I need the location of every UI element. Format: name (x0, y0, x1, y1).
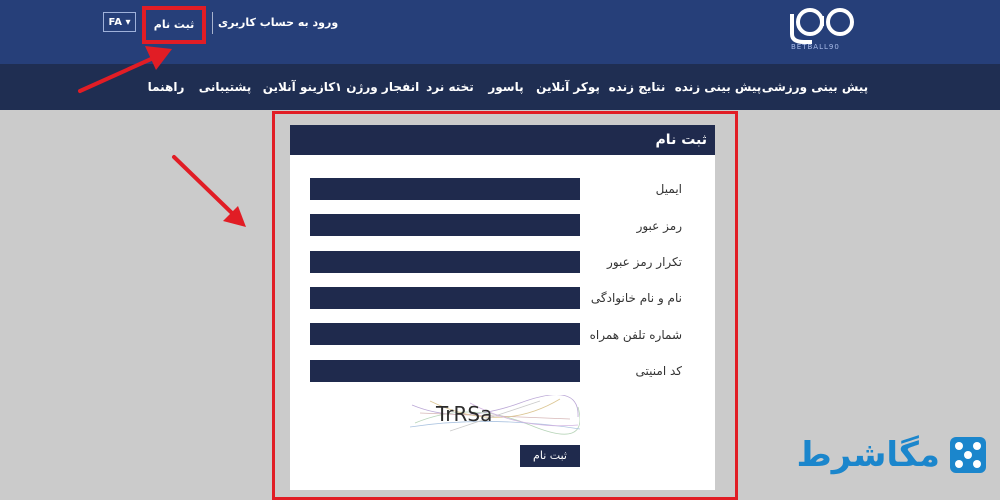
watermark-text: مگاشرط (796, 435, 941, 475)
security-code-field[interactable] (310, 360, 580, 382)
login-link[interactable]: ورود به حساب کاربری (218, 16, 338, 29)
nav-item-backgammon[interactable]: تخته نرد (426, 64, 474, 110)
security-code-label: کد امنیتی (635, 364, 682, 378)
confirm-password-label: تکرار رمز عبور (607, 255, 682, 269)
nav-item-online-casino[interactable]: کازینو آنلاین (263, 64, 336, 110)
nav-item-live-prediction[interactable]: پیش بینی زنده (675, 64, 762, 110)
nav-item-help[interactable]: راهنما (148, 64, 185, 110)
nav-item-live-results[interactable]: نتایج زنده (609, 64, 666, 110)
email-field[interactable] (310, 178, 580, 200)
password-label: رمز عبور (636, 219, 682, 233)
form-title-bar: ثبت نام (290, 125, 715, 155)
nav-item-pasoor[interactable]: پاسور (488, 64, 523, 110)
header-divider (212, 12, 213, 34)
submit-button[interactable]: ثبت نام (520, 445, 580, 467)
form-title: ثبت نام (655, 132, 707, 148)
nav-item-crash-v1[interactable]: انفجار ورژن ۱ (335, 64, 420, 110)
confirm-password-field[interactable] (310, 251, 580, 273)
watermark: مگاشرط (797, 435, 989, 475)
language-selector[interactable]: FA ▾ (103, 12, 136, 32)
nav-item-sports-prediction[interactable]: پیش بینی ورزشی (762, 64, 868, 110)
captcha-text: TrRSa (435, 402, 492, 426)
fullname-field[interactable] (310, 287, 580, 309)
email-label: ایمیل (655, 182, 682, 196)
logo-text: BETBALL90 (791, 43, 840, 51)
nav-item-online-poker[interactable]: پوکر آنلاین (536, 64, 600, 110)
signup-link[interactable]: ثبت نام (142, 6, 206, 44)
dice-icon (950, 437, 986, 473)
fullname-label: نام و نام خانوادگی (590, 291, 682, 305)
main-nav: پیش بینی ورزشی پیش بینی زنده نتایج زنده … (0, 64, 1000, 110)
chevron-down-icon: ▾ (125, 17, 131, 28)
phone-field[interactable] (310, 323, 580, 345)
password-field[interactable] (310, 214, 580, 236)
language-label: FA (108, 17, 122, 28)
captcha-image: TrRSa (410, 395, 580, 435)
signup-form-card: ثبت نام ایمیل رمز عبور تکرار رمز عبور نا… (290, 125, 715, 490)
phone-label: شماره تلفن همراه (589, 328, 682, 342)
header: FA ▾ ثبت نام ورود به حساب کاربری BETBALL… (0, 0, 1000, 64)
nav-item-support[interactable]: پشتیبانی (199, 64, 252, 110)
